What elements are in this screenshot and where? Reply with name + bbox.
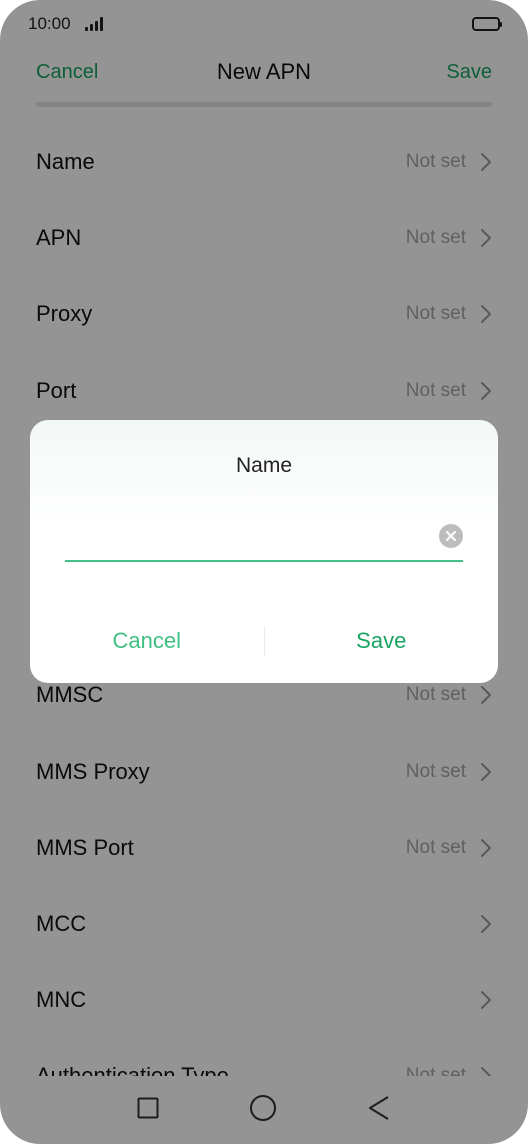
phone-screen: 10:00 Cancel New APN Save Name Not set APN… <box>0 0 528 1144</box>
clear-input-icon[interactable] <box>439 524 463 548</box>
name-field <box>65 510 463 562</box>
dialog-title: Name <box>235 454 293 477</box>
dialog-save-button[interactable]: Save <box>265 628 499 654</box>
name-input-dialog: Name Cancel Save <box>30 420 498 683</box>
dialog-cancel-button[interactable]: Cancel <box>30 628 264 654</box>
dialog-button-row: Cancel Save <box>30 616 498 666</box>
name-input[interactable] <box>65 510 425 558</box>
